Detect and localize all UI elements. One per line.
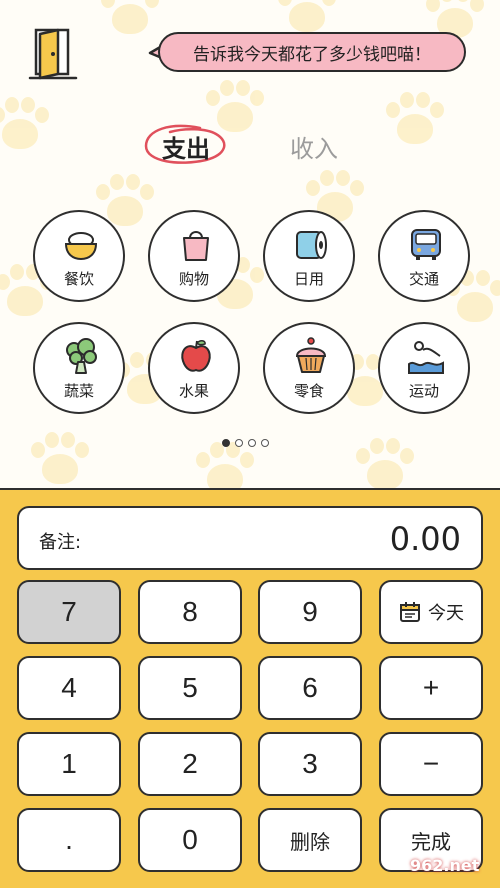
page-indicator — [222, 439, 269, 447]
category-label: 餐饮 — [63, 270, 94, 288]
category-daily-use[interactable]: 日用 — [263, 210, 355, 302]
key-0[interactable]: 0 — [138, 808, 242, 872]
key-4[interactable]: 4 — [17, 656, 121, 720]
apple-icon — [181, 340, 211, 372]
category-label: 运动 — [408, 382, 439, 400]
speech-bubble: 告诉我今天都花了多少钱吧喵！ — [158, 32, 466, 72]
plus-button[interactable]: + — [379, 656, 483, 720]
key-2[interactable]: 2 — [138, 732, 242, 796]
note-label[interactable]: 备注: — [39, 528, 81, 554]
page-dot-active[interactable] — [222, 439, 230, 447]
page-dot[interactable] — [248, 439, 256, 447]
category-transport[interactable]: 交通 — [378, 210, 470, 302]
category-label: 交通 — [408, 270, 439, 288]
bus-icon — [411, 229, 441, 260]
paw-icon — [190, 440, 260, 490]
paw-icon — [95, 0, 165, 40]
key-5[interactable]: 5 — [138, 656, 242, 720]
exit-door-icon[interactable] — [28, 26, 80, 82]
tab-expense[interactable]: 支出 — [140, 120, 232, 170]
key-3[interactable]: 3 — [258, 732, 362, 796]
decimal-point-key[interactable]: . — [17, 808, 121, 872]
minus-button[interactable]: − — [379, 732, 483, 796]
delete-button[interactable]: 删除 — [258, 808, 362, 872]
category-label: 零食 — [293, 382, 324, 400]
category-shopping[interactable]: 购物 — [148, 210, 240, 302]
category-sports[interactable]: 运动 — [378, 322, 470, 414]
calendar-icon — [400, 602, 420, 622]
category-label: 蔬菜 — [63, 382, 94, 400]
paw-icon — [0, 95, 55, 155]
amount-display[interactable]: 备注: 0.00 — [17, 506, 483, 570]
paw-icon — [350, 436, 420, 490]
toilet-paper-icon — [296, 231, 327, 259]
paw-icon — [380, 90, 450, 150]
tab-expense-label: 支出 — [162, 135, 210, 163]
key-8[interactable]: 8 — [138, 580, 242, 644]
speech-bubble-text: 告诉我今天都花了多少钱吧喵！ — [193, 44, 431, 65]
swimming-icon — [408, 341, 444, 374]
tab-income[interactable]: 收入 — [290, 129, 338, 164]
cupcake-icon — [295, 337, 327, 373]
category-dining[interactable]: 餐饮 — [33, 210, 125, 302]
amount-value: 0.00 — [389, 520, 461, 558]
category-fruit[interactable]: 水果 — [148, 322, 240, 414]
rice-bowl-icon — [64, 232, 98, 261]
broccoli-icon — [66, 338, 97, 374]
category-snacks[interactable]: 零食 — [263, 322, 355, 414]
shopping-bag-icon — [183, 231, 209, 261]
key-6[interactable]: 6 — [258, 656, 362, 720]
category-label: 购物 — [178, 270, 209, 288]
category-label: 日用 — [293, 270, 324, 288]
today-label: 今天 — [428, 603, 464, 623]
paw-icon — [25, 430, 95, 490]
category-vegetables[interactable]: 蔬菜 — [33, 322, 125, 414]
watermark-text: 962.net — [410, 856, 480, 875]
key-7[interactable]: 7 — [17, 580, 121, 644]
page-dot[interactable] — [261, 439, 269, 447]
today-button[interactable]: 今天 — [379, 580, 483, 644]
category-label: 水果 — [178, 382, 209, 400]
page-dot[interactable] — [235, 439, 243, 447]
key-9[interactable]: 9 — [258, 580, 362, 644]
key-1[interactable]: 1 — [17, 732, 121, 796]
